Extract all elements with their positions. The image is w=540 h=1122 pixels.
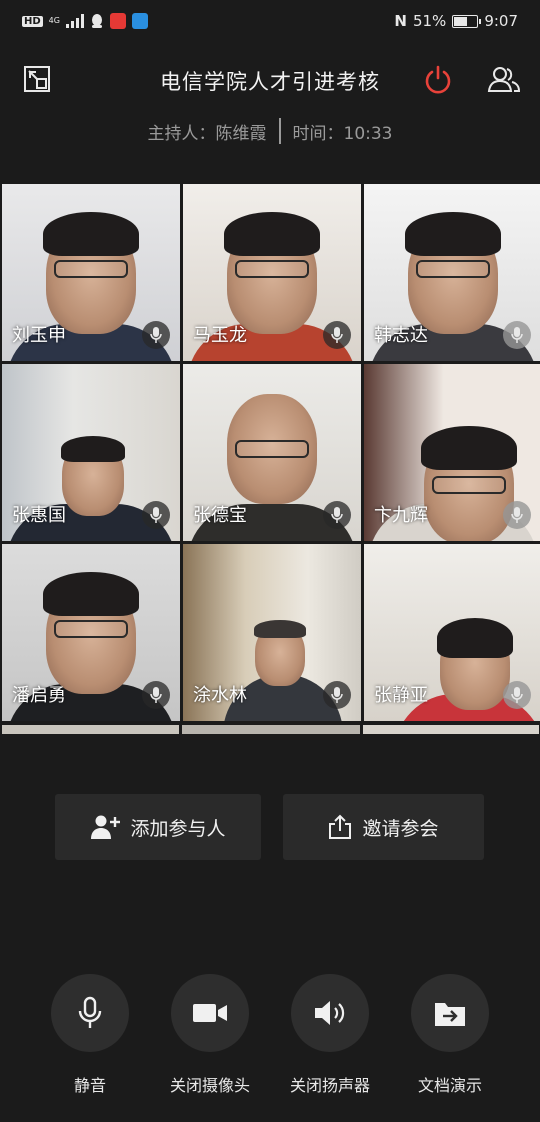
participant-name: 刘玉申: [12, 325, 66, 346]
invite-label: 邀请参会: [362, 817, 439, 840]
glasses: [235, 260, 309, 278]
mic-icon: [142, 321, 170, 349]
video-tile[interactable]: 张静亚: [364, 544, 540, 721]
speaker-control[interactable]: 关闭扬声器: [270, 974, 390, 1096]
person-hair: [43, 212, 139, 256]
nfc-icon: N: [394, 12, 407, 30]
glasses: [235, 440, 309, 458]
glasses: [432, 476, 506, 494]
participant-name: 张静亚: [374, 685, 428, 706]
video-tile[interactable]: 涂水林: [183, 544, 361, 721]
power-icon: [425, 65, 451, 94]
mic-icon: [323, 501, 351, 529]
hd-badge: HD: [22, 15, 43, 27]
host-label: 主持人：陈维霞: [147, 123, 267, 144]
elapsed-time: 时间：10:33: [292, 123, 393, 144]
camera-off-label: 关闭摄像头: [169, 1076, 250, 1095]
speaker-icon: [315, 1001, 345, 1025]
video-tile-partial: [182, 725, 360, 734]
mic-icon: [503, 321, 531, 349]
doc-share-label: 文档演示: [417, 1076, 482, 1095]
share-app-icon: [131, 13, 148, 29]
glasses: [416, 260, 490, 278]
video-tile[interactable]: 张惠国: [2, 364, 180, 541]
add-participant-button[interactable]: 添加参与人: [55, 794, 261, 860]
person-hair: [61, 436, 125, 462]
participant-name: 马玉龙: [193, 325, 247, 346]
video-tile-partial: [2, 725, 180, 734]
video-camera-icon: [193, 1004, 227, 1022]
person-hair: [405, 212, 501, 256]
participant-name: 潘启勇: [12, 685, 66, 706]
person-hair: [224, 212, 320, 256]
participant-name: 卞九辉: [374, 505, 428, 526]
speaker-off-label: 关闭扬声器: [289, 1076, 370, 1095]
participant-name: 张德宝: [193, 505, 247, 526]
glasses: [54, 620, 128, 638]
video-tile[interactable]: 卞九辉: [364, 364, 540, 541]
add-participant-label: 添加参与人: [130, 817, 226, 840]
mic-icon: [503, 681, 531, 709]
video-tile[interactable]: 韩志达: [364, 184, 540, 361]
status-bar: HD 4G N 51% 9:07: [0, 0, 540, 42]
clock: 9:07: [484, 12, 518, 30]
battery-icon: [452, 14, 482, 28]
participant-name: 张惠国: [12, 505, 66, 526]
microphone-icon: [78, 996, 102, 1028]
video-tile[interactable]: 刘玉申: [2, 184, 180, 361]
doc-share-button[interactable]: [411, 974, 489, 1052]
network-type: 4G: [48, 16, 60, 25]
video-tile[interactable]: 张德宝: [183, 364, 361, 541]
share-icon: [329, 814, 352, 839]
video-tile[interactable]: 潘启勇: [2, 544, 180, 721]
divider: [278, 118, 281, 144]
meeting-info: 主持人：陈维霞 时间：10:33: [0, 118, 540, 144]
doc-share-control[interactable]: 文档演示: [390, 974, 510, 1096]
speaker-off-button[interactable]: [291, 974, 369, 1052]
glasses: [54, 260, 128, 278]
video-tile[interactable]: 马玉龙: [183, 184, 361, 361]
mic-icon: [142, 501, 170, 529]
mic-icon: [503, 501, 531, 529]
qq-app-icon: [91, 14, 102, 28]
signal-icon: [65, 14, 84, 28]
camera-off-button[interactable]: [171, 974, 249, 1052]
meeting-header: 电信学院人才引进考核: [0, 50, 540, 110]
person-hair: [254, 620, 306, 638]
person-hair: [43, 572, 139, 616]
battery-percent: 51%: [412, 12, 447, 30]
leave-meeting-button[interactable]: [423, 64, 453, 94]
mic-icon: [323, 321, 351, 349]
mute-button[interactable]: [51, 974, 129, 1052]
camera-control[interactable]: 关闭摄像头: [150, 974, 270, 1096]
next-row-preview: [2, 725, 539, 734]
person-hair: [421, 426, 517, 470]
mute-label: 静音: [73, 1076, 106, 1095]
participant-name: 韩志达: [374, 325, 428, 346]
folder-share-icon: [435, 1003, 465, 1026]
mute-control[interactable]: 静音: [30, 974, 150, 1096]
video-tile-partial: [362, 725, 539, 734]
video-grid: 刘玉申 马玉龙 韩志达 张惠国 张德宝 卞九辉 潘启勇 涂水林 张静亚: [2, 184, 540, 721]
person-hair: [437, 618, 513, 658]
participants-icon: [487, 67, 521, 92]
add-person-icon: [91, 815, 121, 839]
mic-icon: [142, 681, 170, 709]
video-app-icon: [109, 13, 126, 29]
invite-button[interactable]: 邀请参会: [283, 794, 484, 860]
participant-name: 涂水林: [193, 685, 247, 706]
mic-icon: [323, 681, 351, 709]
meeting-title: 电信学院人才引进考核: [160, 70, 380, 94]
participants-button[interactable]: [486, 64, 522, 94]
